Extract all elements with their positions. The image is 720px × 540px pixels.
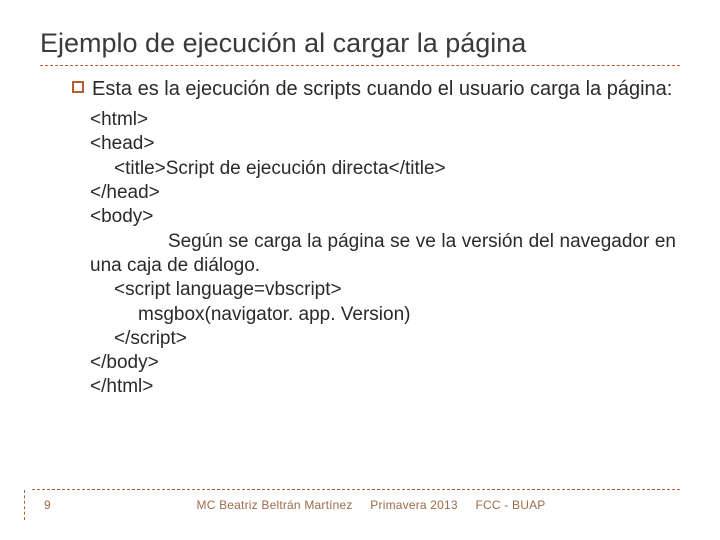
code-line: <title>Script de ejecución directa</titl… (90, 157, 676, 181)
code-block: <html> <head> <title>Script de ejecución… (90, 108, 676, 400)
code-text: Según se carga la página se ve la versió… (90, 231, 676, 276)
code-line: <html> (90, 108, 676, 132)
page-number: 9 (32, 498, 62, 512)
code-line: </html> (90, 375, 676, 399)
slide-content: Esta es la ejecución de scripts cuando e… (40, 76, 680, 400)
code-line: <head> (90, 132, 676, 156)
footer-author: MC Beatriz Beltrán Martínez Primavera 20… (62, 498, 680, 512)
bullet-text: Esta es la ejecución de scripts cuando e… (92, 76, 672, 102)
code-text: </scr (114, 328, 156, 349)
code-text: ipt> (156, 328, 187, 349)
code-line: </body> (90, 351, 676, 375)
page-number-text: 9 (32, 498, 51, 512)
code-line: </head> (90, 181, 676, 205)
title-divider (40, 65, 680, 66)
code-line: msgbox(navigator. app. Version) (90, 303, 676, 327)
code-line: </script> (90, 327, 676, 351)
code-line: <script language=vbscript> (90, 278, 676, 302)
bullet-item: Esta es la ejecución de scripts cuando e… (72, 76, 676, 102)
bullet-icon (72, 81, 84, 93)
code-line: Según se carga la página se ve la versió… (90, 230, 676, 279)
footer-org-text: FCC - BUAP (475, 498, 545, 512)
slide-footer: 9 MC Beatriz Beltrán Martínez Primavera … (0, 489, 720, 512)
code-line: <body> (90, 205, 676, 229)
slide-title: Ejemplo de ejecución al cargar la página (40, 28, 680, 59)
footer-divider (32, 489, 680, 490)
footer-author-text: MC Beatriz Beltrán Martínez (197, 498, 353, 512)
footer-term-text: Primavera 2013 (370, 498, 458, 512)
